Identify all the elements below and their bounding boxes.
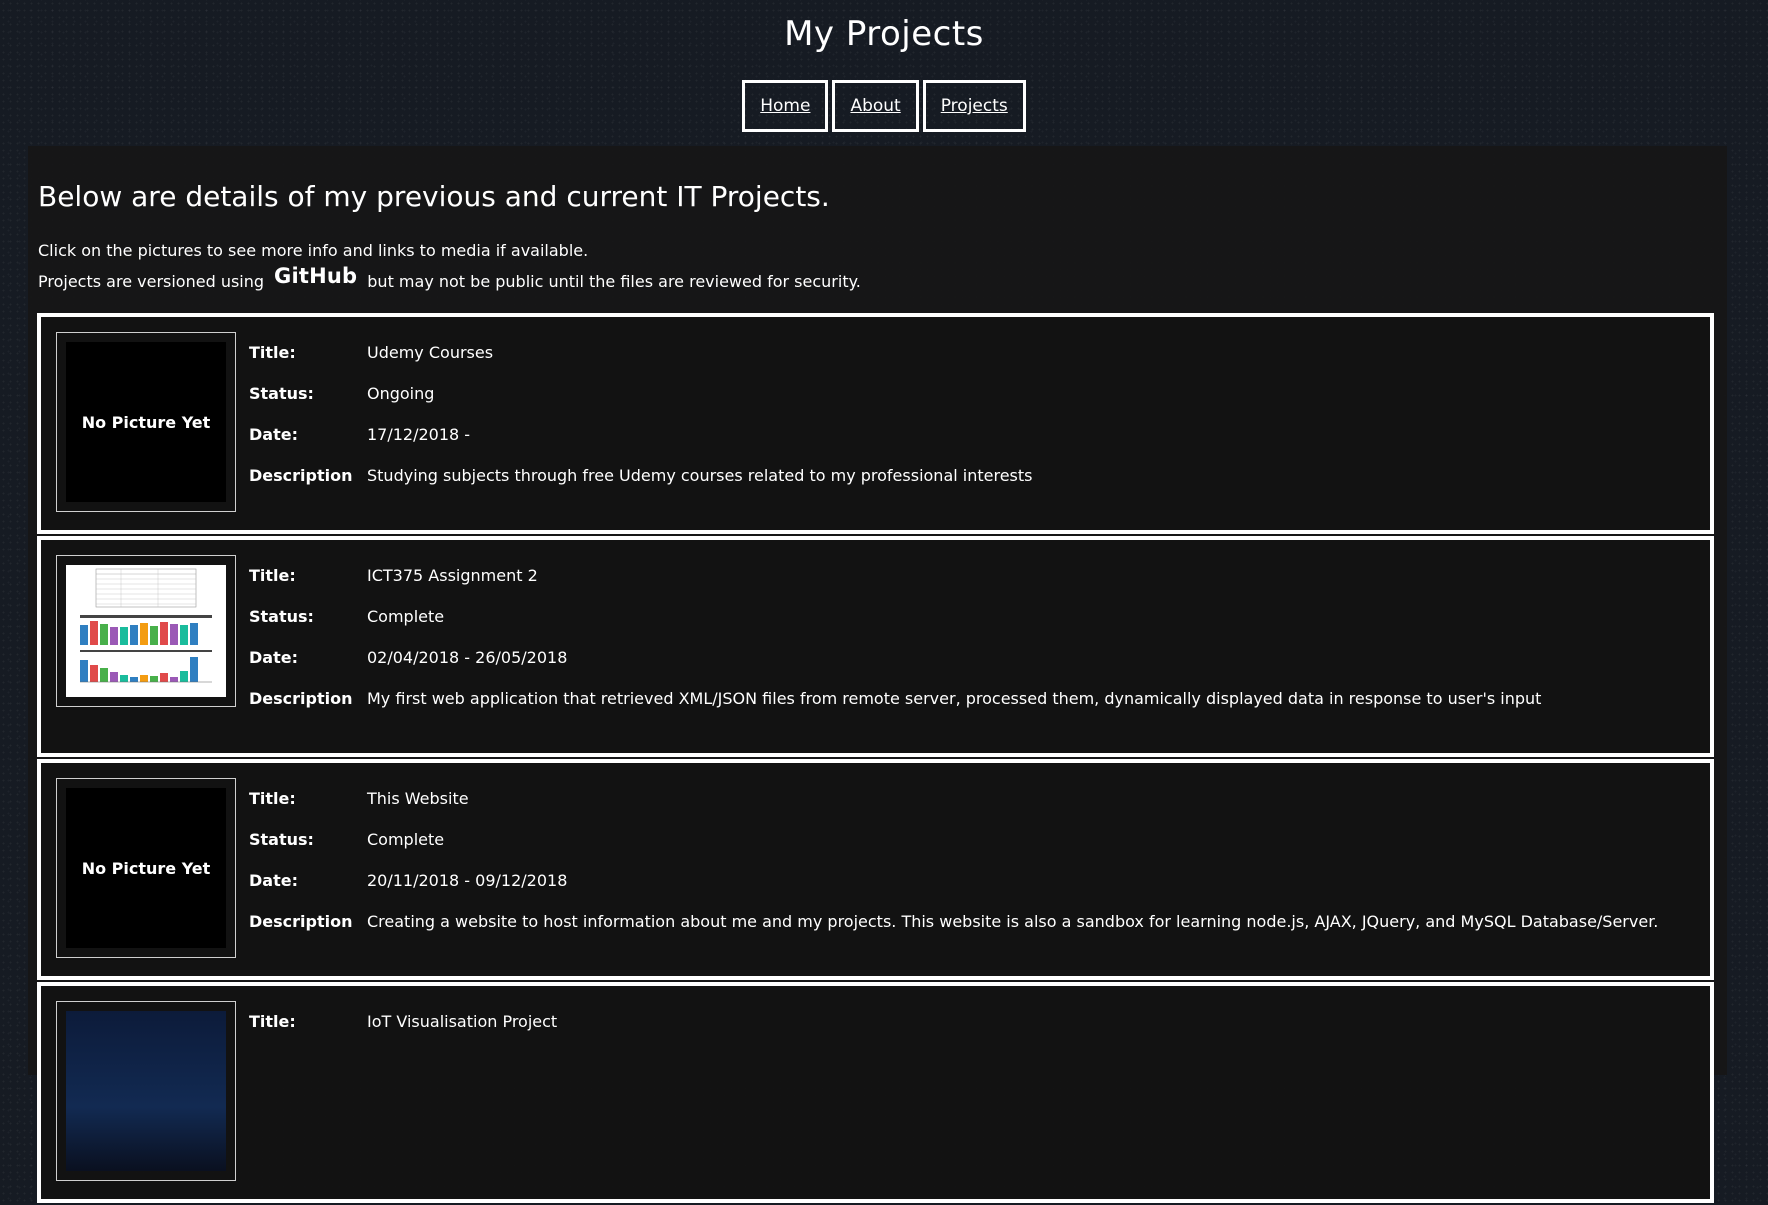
project-card-iot-visualisation: Title: IoT Visualisation Project bbox=[37, 982, 1714, 1203]
versioning-text-before: Projects are versioned using bbox=[38, 272, 265, 291]
status-label: Status: bbox=[249, 607, 314, 626]
description-value: My first web application that retrieved … bbox=[367, 689, 1542, 708]
versioning-text-after: but may not be public until the files ar… bbox=[367, 272, 861, 291]
title-value: IoT Visualisation Project bbox=[367, 1012, 558, 1031]
date-label: Date: bbox=[249, 871, 298, 890]
title-value: Udemy Courses bbox=[367, 343, 494, 362]
chart-screenshot-image bbox=[66, 565, 226, 697]
project-photo-image bbox=[66, 1011, 226, 1171]
title-label: Title: bbox=[249, 566, 296, 585]
description-label: Description bbox=[249, 912, 353, 931]
page-title: My Projects bbox=[784, 14, 984, 54]
nav-home-button[interactable]: Home bbox=[742, 80, 829, 132]
intro-text: Click on the pictures to see more info a… bbox=[38, 241, 589, 260]
status-value: Complete bbox=[367, 830, 445, 849]
title-label: Title: bbox=[249, 343, 296, 362]
status-value: Complete bbox=[367, 607, 445, 626]
date-label: Date: bbox=[249, 425, 298, 444]
nav-about-button[interactable]: About bbox=[832, 80, 919, 132]
nav-projects-button[interactable]: Projects bbox=[922, 80, 1026, 132]
status-label: Status: bbox=[249, 384, 314, 403]
description-value: Studying subjects through free Udemy cou… bbox=[367, 466, 1033, 485]
intro-heading: Below are details of my previous and cur… bbox=[38, 180, 830, 213]
date-label: Date: bbox=[249, 648, 298, 667]
chart-screenshot-graphic bbox=[80, 568, 212, 683]
project-card-udemy-courses: No Picture Yet Title: Udemy Courses Stat… bbox=[37, 313, 1714, 534]
github-logo: GitHub bbox=[274, 264, 358, 288]
title-value: This Website bbox=[367, 789, 469, 808]
title-label: Title: bbox=[249, 1012, 296, 1031]
date-value: 20/11/2018 - 09/12/2018 bbox=[367, 871, 568, 890]
title-value: ICT375 Assignment 2 bbox=[367, 566, 538, 585]
project-thumbnail[interactable] bbox=[56, 555, 236, 707]
description-label: Description bbox=[249, 689, 353, 708]
date-value: 02/04/2018 - 26/05/2018 bbox=[367, 648, 568, 667]
title-label: Title: bbox=[249, 789, 296, 808]
project-thumbnail[interactable]: No Picture Yet bbox=[56, 778, 236, 958]
project-list: No Picture Yet Title: Udemy Courses Stat… bbox=[37, 313, 1714, 1205]
project-thumbnail[interactable]: No Picture Yet bbox=[56, 332, 236, 512]
project-card-this-website: No Picture Yet Title: This Website Statu… bbox=[37, 759, 1714, 980]
content-panel: Below are details of my previous and cur… bbox=[28, 146, 1727, 1203]
status-label: Status: bbox=[249, 830, 314, 849]
description-value: Creating a website to host information a… bbox=[367, 912, 1659, 931]
description-label: Description bbox=[249, 466, 353, 485]
no-picture-placeholder: No Picture Yet bbox=[66, 342, 226, 502]
no-picture-placeholder: No Picture Yet bbox=[66, 788, 226, 948]
status-value: Ongoing bbox=[367, 384, 435, 403]
main-nav: Home About Projects bbox=[0, 80, 1768, 132]
project-thumbnail[interactable] bbox=[56, 1001, 236, 1181]
versioning-text: Projects are versioned using GitHub but ma… bbox=[38, 264, 861, 292]
project-card-ict375-assignment-2: Title: ICT375 Assignment 2 Status: Compl… bbox=[37, 536, 1714, 757]
date-value: 17/12/2018 - bbox=[367, 425, 471, 444]
